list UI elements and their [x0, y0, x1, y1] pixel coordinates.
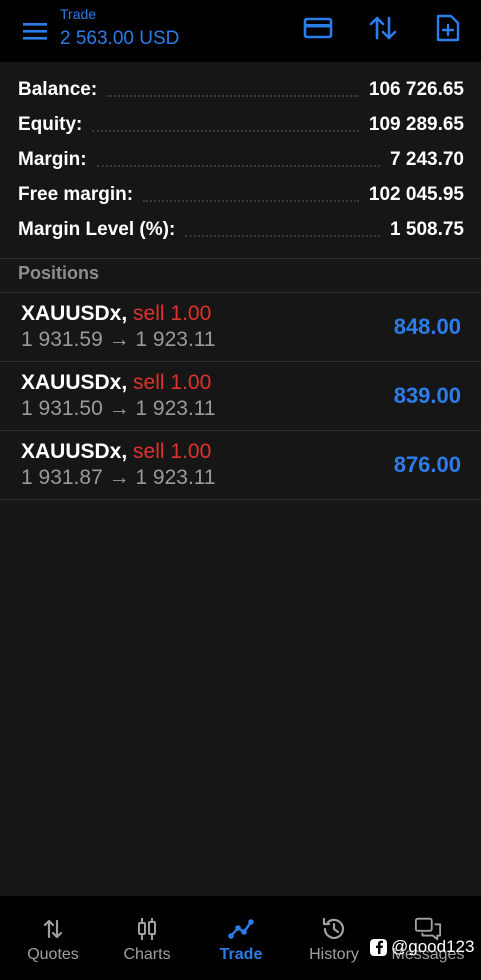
nav-trade[interactable]: Trade	[193, 896, 289, 980]
nav-label: Charts	[123, 946, 171, 963]
position-title: XAUUSDx, sell 1.00	[21, 302, 211, 326]
position-symbol: XAUUSDx,	[21, 440, 128, 463]
summary-row-margin: Margin: 7 243.70	[18, 145, 464, 175]
position-title: XAUUSDx, sell 1.00	[21, 371, 211, 395]
dotted-leader	[96, 165, 381, 167]
position-symbol: XAUUSDx,	[21, 302, 128, 325]
trade-icon	[227, 916, 255, 942]
position-profit: 876.00	[393, 452, 461, 477]
summary-label: Free margin:	[18, 184, 134, 205]
position-row[interactable]: XAUUSDx, sell 1.00 1 931.59 → 1 923.11 8…	[0, 292, 481, 361]
position-title: XAUUSDx, sell 1.00	[21, 440, 211, 464]
positions-section-header: Positions	[0, 258, 481, 292]
summary-row-equity: Equity: 109 289.65	[18, 110, 464, 140]
position-prices: 1 931.59 → 1 923.11	[21, 328, 216, 351]
menu-button[interactable]	[20, 16, 50, 46]
dotted-leader	[143, 200, 359, 202]
position-symbol: XAUUSDx,	[21, 371, 128, 394]
position-row[interactable]: XAUUSDx, sell 1.00 1 931.87 → 1 923.11 8…	[0, 430, 481, 499]
charts-icon	[133, 916, 161, 942]
top-bar: Trade 2 563.00 USD	[0, 0, 481, 62]
nav-label: History	[309, 946, 359, 963]
facebook-icon	[370, 938, 387, 956]
nav-quotes[interactable]: Quotes	[5, 896, 101, 980]
nav-history[interactable]: History	[286, 896, 382, 980]
summary-value: 109 289.65	[368, 114, 464, 135]
position-prices: 1 931.87 → 1 923.11	[21, 466, 216, 489]
summary-value: 102 045.95	[368, 184, 464, 205]
divider	[0, 499, 481, 500]
card-icon	[303, 17, 333, 39]
sort-icon	[369, 16, 397, 40]
dotted-leader	[107, 95, 359, 97]
position-side: sell 1.00	[133, 440, 212, 463]
summary-label: Margin:	[18, 149, 87, 170]
nav-label: Quotes	[27, 946, 79, 963]
account-summary: Balance: 106 726.65 Equity: 109 289.65 M…	[0, 62, 481, 258]
dotted-leader	[185, 235, 381, 237]
new-order-icon	[436, 14, 460, 42]
summary-label: Balance:	[18, 79, 98, 100]
summary-value: 1 508.75	[390, 219, 464, 240]
history-icon	[320, 916, 348, 942]
page-title: Trade	[60, 6, 97, 22]
quotes-icon	[39, 916, 67, 942]
new-order-button[interactable]	[432, 12, 464, 44]
watermark-text: @good123	[391, 937, 475, 956]
summary-label: Margin Level (%):	[18, 219, 176, 240]
position-prices: 1 931.50 → 1 923.11	[21, 397, 216, 420]
summary-value: 106 726.65	[368, 79, 464, 100]
nav-label: Trade	[219, 946, 263, 963]
summary-label: Equity:	[18, 114, 83, 135]
nav-charts[interactable]: Charts	[99, 896, 195, 980]
position-side: sell 1.00	[133, 302, 212, 325]
positions-title: Positions	[18, 263, 100, 283]
menu-icon	[23, 23, 47, 40]
watermark: @good123	[370, 935, 474, 959]
position-side: sell 1.00	[133, 371, 212, 394]
summary-value: 7 243.70	[390, 149, 464, 170]
account-profit: 2 563.00 USD	[60, 28, 180, 49]
sort-button[interactable]	[367, 12, 399, 44]
deposit-button[interactable]	[302, 12, 334, 44]
dotted-leader	[92, 130, 359, 132]
summary-row-margin-level: Margin Level (%): 1 508.75	[18, 215, 464, 245]
position-profit: 848.00	[393, 314, 461, 339]
summary-row-balance: Balance: 106 726.65	[18, 75, 464, 105]
position-row[interactable]: XAUUSDx, sell 1.00 1 931.50 → 1 923.11 8…	[0, 361, 481, 430]
summary-row-free-margin: Free margin: 102 045.95	[18, 180, 464, 210]
position-profit: 839.00	[393, 383, 461, 408]
